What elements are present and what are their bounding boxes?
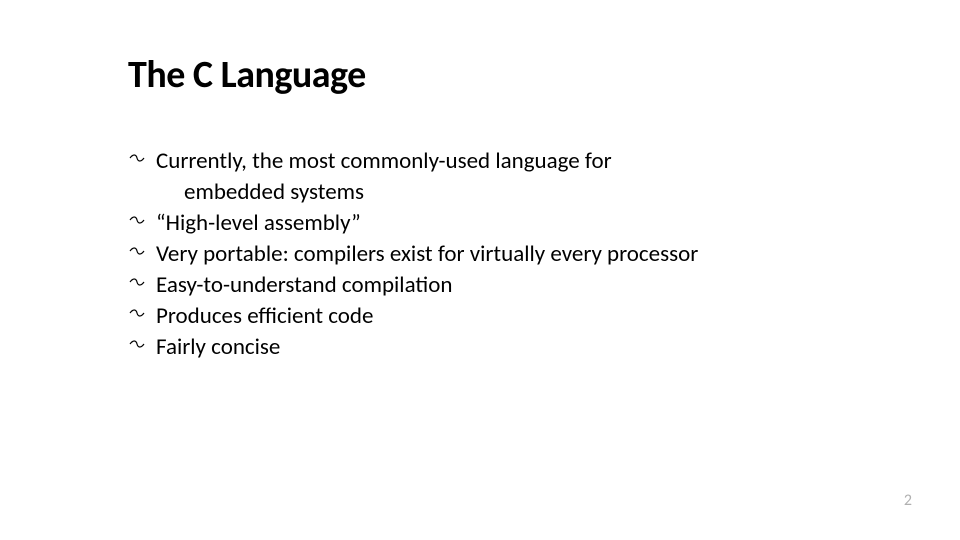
bullet-icon xyxy=(128,272,146,299)
bullet-text-cont: embedded systems xyxy=(156,177,848,208)
list-item: “High-level assembly” xyxy=(128,208,848,239)
list-item: Fairly concise xyxy=(128,332,848,363)
bullet-text: Fairly concise xyxy=(156,333,280,361)
slide-container: The C Language Currently, the most commo… xyxy=(0,0,960,540)
bullet-text: Produces efficient code xyxy=(156,302,373,330)
list-item: Very portable: compilers exist for virtu… xyxy=(128,239,848,270)
bullet-text: Easy-to-understand compilation xyxy=(156,271,452,299)
list-item: Easy-to-understand compilation xyxy=(128,270,848,301)
bullet-icon xyxy=(128,334,146,361)
bullet-text: Currently, the most commonly-used langua… xyxy=(156,147,612,175)
bullets-list: Currently, the most commonly-used langua… xyxy=(128,146,848,363)
bullet-icon xyxy=(128,148,146,175)
page-number: 2 xyxy=(904,491,912,510)
bullet-icon xyxy=(128,210,146,237)
bullet-icon xyxy=(128,241,146,268)
bullet-icon xyxy=(128,303,146,330)
slide-title: The C Language xyxy=(128,52,960,98)
list-item: Currently, the most commonly-used langua… xyxy=(128,146,848,208)
bullet-text: Very portable: compilers exist for virtu… xyxy=(156,240,698,268)
list-item: Produces efficient code xyxy=(128,301,848,332)
bullet-text: “High-level assembly” xyxy=(156,209,361,237)
